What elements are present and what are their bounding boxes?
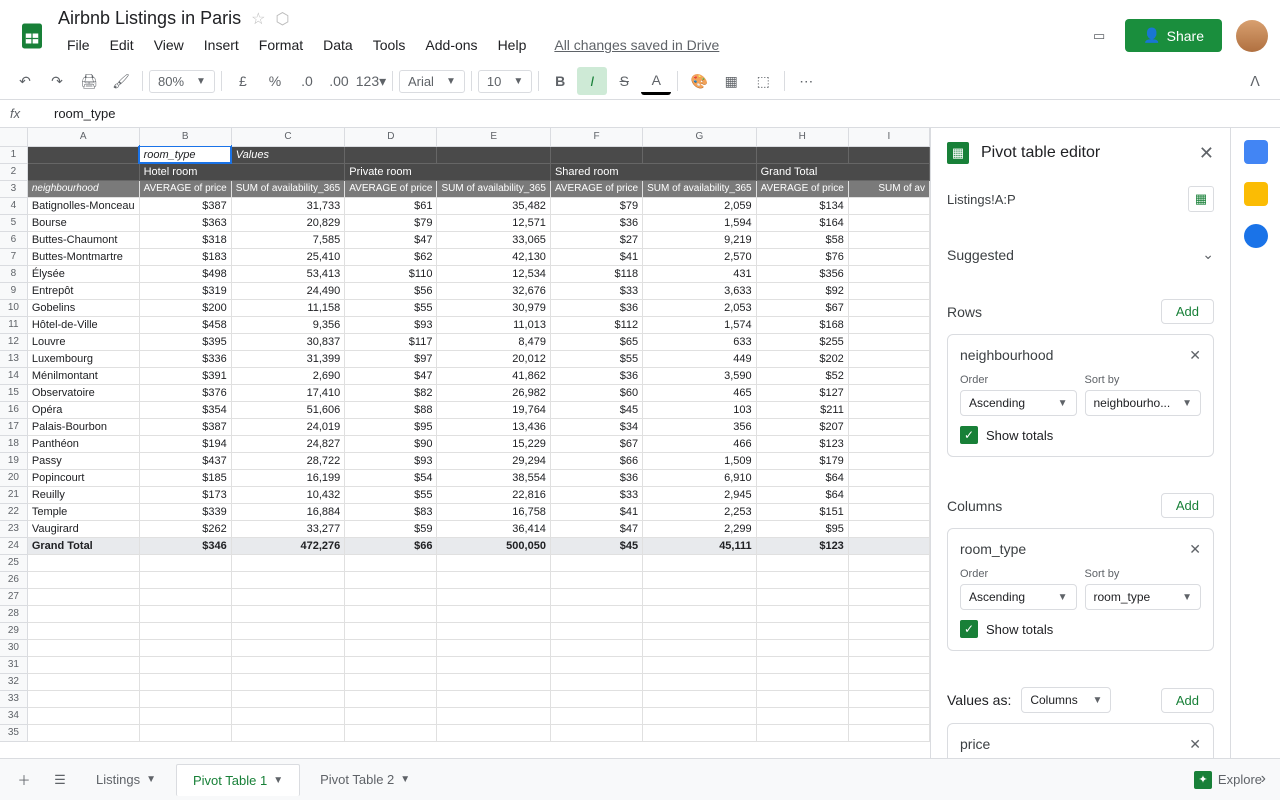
borders-icon[interactable]: ▦ <box>716 67 746 95</box>
menu-edit[interactable]: Edit <box>101 33 143 57</box>
font-select[interactable]: Arial▼ <box>399 70 465 93</box>
row-show-totals-checkbox[interactable]: ✓ <box>960 426 978 444</box>
close-icon[interactable]: ✕ <box>1199 143 1214 164</box>
menu-help[interactable]: Help <box>489 33 536 57</box>
paint-format-icon[interactable]: 🖌 <box>106 67 136 95</box>
redo-icon[interactable]: ↷ <box>42 67 72 95</box>
row-field-name: neighbourhood <box>960 347 1053 364</box>
col-sortby-select[interactable]: room_type▼ <box>1085 584 1202 610</box>
sortby-label-2: Sort by <box>1085 568 1202 580</box>
merge-icon[interactable]: ⬚ <box>748 67 778 95</box>
tab-pivot-1[interactable]: Pivot Table 1▼ <box>176 764 300 796</box>
explore-button[interactable]: ✦ Explore <box>1184 765 1272 795</box>
decrease-decimal-icon[interactable]: .0 <box>292 67 322 95</box>
menu-format[interactable]: Format <box>250 33 312 57</box>
row-order-select[interactable]: Ascending▼ <box>960 390 1077 416</box>
doc-title[interactable]: Airbnb Listings in Paris <box>58 8 241 29</box>
add-row-button[interactable]: Add <box>1161 299 1214 324</box>
suggested-label: Suggested <box>947 247 1014 263</box>
percent-icon[interactable]: % <box>260 67 290 95</box>
add-column-button[interactable]: Add <box>1161 493 1214 518</box>
currency-icon[interactable]: £ <box>228 67 258 95</box>
add-sheet-button[interactable]: ＋ <box>8 764 40 796</box>
show-totals-label: Show totals <box>986 428 1053 443</box>
editor-title: Pivot table editor <box>981 144 1187 162</box>
share-button[interactable]: 👤 Share <box>1125 19 1222 52</box>
person-icon: 👤 <box>1143 27 1160 44</box>
collapse-toolbar-icon[interactable]: ᐱ <box>1240 67 1270 95</box>
all-sheets-button[interactable]: ☰ <box>44 764 76 796</box>
explore-icon: ✦ <box>1194 771 1212 789</box>
pivot-editor: ▦ Pivot table editor ✕ Listings!A:P ▦ Su… <box>930 128 1230 758</box>
sortby-label: Sort by <box>1085 374 1202 386</box>
text-color-icon[interactable]: A <box>641 67 671 95</box>
menubar: File Edit View Insert Format Data Tools … <box>58 29 1087 63</box>
italic-icon[interactable]: I <box>577 67 607 95</box>
col-field-name: room_type <box>960 541 1026 558</box>
order-label-2: Order <box>960 568 1077 580</box>
column-card: room_type ✕ Order Ascending▼ Sort by room… <box>947 528 1214 651</box>
col-order-select[interactable]: Ascending▼ <box>960 584 1077 610</box>
select-range-icon[interactable]: ▦ <box>1188 186 1214 212</box>
tasks-icon[interactable] <box>1244 224 1268 248</box>
fx-icon[interactable]: fx <box>10 106 50 121</box>
order-label: Order <box>960 374 1077 386</box>
menu-insert[interactable]: Insert <box>195 33 248 57</box>
share-label: Share <box>1167 28 1204 44</box>
remove-col-icon[interactable]: ✕ <box>1189 541 1201 558</box>
tab-pivot-2[interactable]: Pivot Table 2▼ <box>304 764 426 795</box>
star-icon[interactable]: ☆ <box>251 9 265 29</box>
show-totals-label-2: Show totals <box>986 622 1053 637</box>
add-value-button[interactable]: Add <box>1161 688 1214 713</box>
fill-color-icon[interactable]: 🎨 <box>684 67 714 95</box>
keep-icon[interactable] <box>1244 182 1268 206</box>
move-icon[interactable]: ⬡ <box>275 9 289 29</box>
col-show-totals-checkbox[interactable]: ✓ <box>960 620 978 638</box>
print-icon[interactable]: 🖨 <box>74 67 104 95</box>
calendar-icon[interactable] <box>1244 140 1268 164</box>
spreadsheet-grid[interactable]: ABCDEFGHI1room_typeValues2Hotel roomPriv… <box>0 128 930 742</box>
range-input[interactable]: Listings!A:P <box>947 192 1180 207</box>
sheets-logo[interactable] <box>12 16 52 56</box>
avatar[interactable] <box>1236 20 1268 52</box>
side-panel <box>1230 128 1280 758</box>
save-status[interactable]: All changes saved in Drive <box>545 33 728 57</box>
remove-row-icon[interactable]: ✕ <box>1189 347 1201 364</box>
font-size-select[interactable]: 10▼ <box>478 70 532 93</box>
undo-icon[interactable]: ↶ <box>10 67 40 95</box>
zoom-select[interactable]: 80%▼ <box>149 70 215 93</box>
strike-icon[interactable]: S <box>609 67 639 95</box>
chevron-down-icon[interactable]: ⌄ <box>1202 246 1214 263</box>
row-sortby-select[interactable]: neighbourho...▼ <box>1085 390 1202 416</box>
menu-data[interactable]: Data <box>314 33 362 57</box>
tab-listings[interactable]: Listings▼ <box>80 764 172 795</box>
rows-label: Rows <box>947 304 982 320</box>
more-formats-icon[interactable]: 123▾ <box>356 67 386 95</box>
columns-label: Columns <box>947 498 1002 514</box>
values-as-select[interactable]: Columns▼ <box>1021 687 1111 713</box>
increase-decimal-icon[interactable]: .00 <box>324 67 354 95</box>
formula-input[interactable]: room_type <box>50 102 1270 125</box>
menu-file[interactable]: File <box>58 33 99 57</box>
remove-value-icon[interactable]: ✕ <box>1189 736 1201 753</box>
values-as-label: Values as: <box>947 692 1011 708</box>
value-field-name: price <box>960 736 990 753</box>
menu-view[interactable]: View <box>145 33 193 57</box>
menu-tools[interactable]: Tools <box>364 33 415 57</box>
row-card: neighbourhood✕ Order Ascending▼ Sort by … <box>947 334 1214 457</box>
more-icon[interactable]: ⋯ <box>791 67 821 95</box>
menu-addons[interactable]: Add-ons <box>416 33 486 57</box>
value-card: price✕ Summarize by AVERAGE▼ Show as Def… <box>947 723 1214 758</box>
sheets-icon: ▦ <box>947 142 969 164</box>
bold-icon[interactable]: B <box>545 67 575 95</box>
show-side-panel-icon[interactable]: › <box>1261 770 1266 788</box>
comment-icon[interactable]: ▭ <box>1087 24 1111 48</box>
